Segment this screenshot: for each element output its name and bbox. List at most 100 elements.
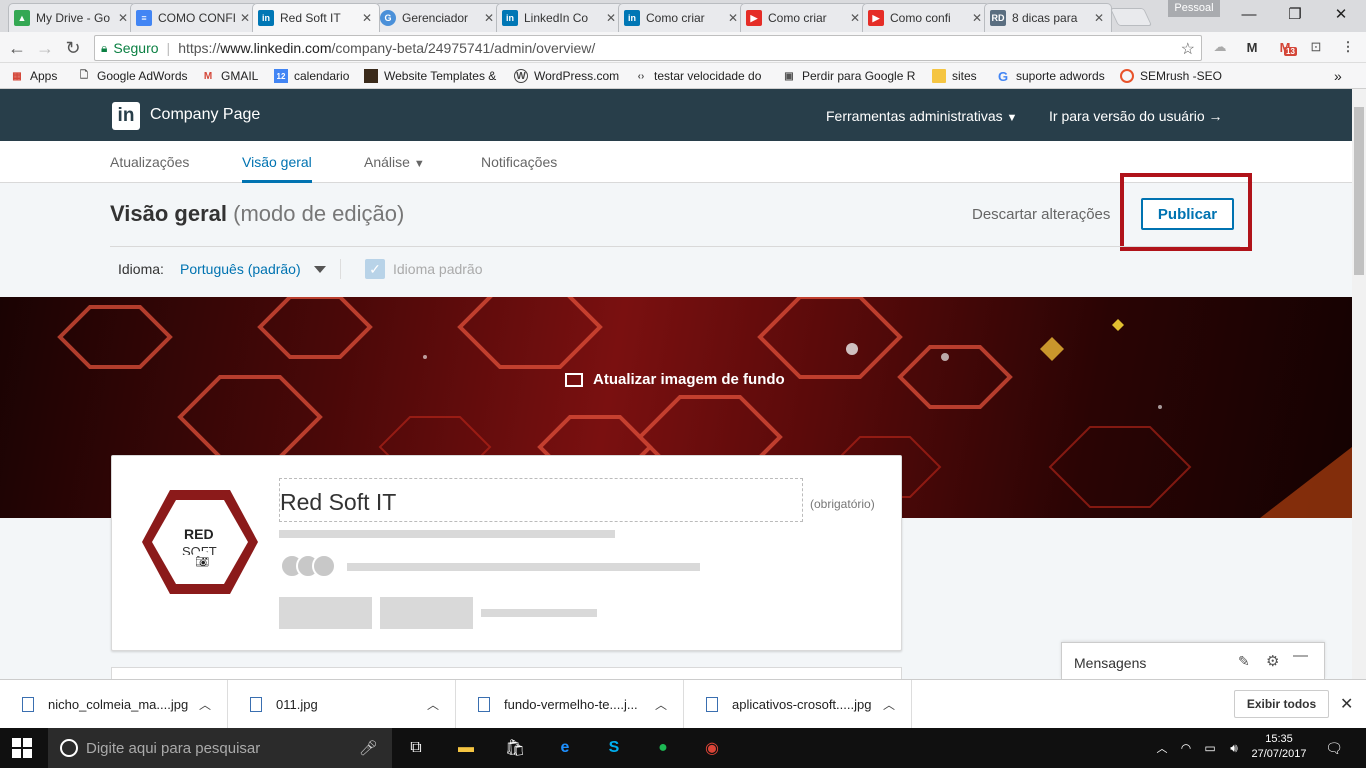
update-background-button[interactable]: Atualizar imagem de fundo — [565, 371, 785, 388]
linkedin-logo[interactable]: in — [112, 102, 140, 130]
forward-icon[interactable]: → — [34, 37, 56, 59]
tab-como-criar-1[interactable]: in Como criar ✕ — [618, 3, 746, 32]
close-tab-icon[interactable]: ✕ — [1092, 11, 1106, 25]
language-dropdown[interactable]: Português (padrão) — [180, 261, 301, 277]
minimize-icon[interactable]: — — [1226, 0, 1272, 28]
spotify-icon[interactable]: ● — [651, 736, 675, 760]
clock[interactable]: 15:35 27/07/2017 — [1251, 732, 1307, 762]
page-scrollbar[interactable] — [1352, 89, 1366, 679]
bookmark-label: Google AdWords — [97, 69, 188, 83]
tab-title: Como confi — [890, 11, 951, 25]
close-tab-icon[interactable]: ✕ — [238, 11, 252, 25]
bookmark-gmail[interactable]: M GMAIL — [201, 67, 259, 85]
admin-tools-dropdown[interactable]: Ferramentas administrativas ▼ — [826, 108, 1017, 124]
close-tab-icon[interactable]: ✕ — [848, 11, 862, 25]
omnibox[interactable]: 🔒︎ Seguro | https://www.linkedin.com/com… — [94, 35, 1202, 61]
company-logo[interactable]: RED SOFT 📷︎ — [138, 486, 262, 598]
restore-icon[interactable]: ❐ — [1272, 0, 1318, 28]
discard-changes-button[interactable]: Descartar alterações — [972, 206, 1110, 223]
minimize-chat-icon[interactable]: — — [1293, 647, 1308, 664]
page-title-mode: (modo de edição) — [233, 201, 405, 226]
close-tab-icon[interactable]: ✕ — [970, 11, 984, 25]
profile-button[interactable]: Pessoal — [1168, 0, 1220, 17]
close-downloads-icon[interactable]: ✕ — [1340, 694, 1353, 714]
tab-my-drive[interactable]: ▲ My Drive - Go ✕ — [8, 3, 136, 32]
network-icon[interactable]: ◠ — [1174, 736, 1198, 760]
tab-analise[interactable]: Análise ▼ — [364, 154, 425, 183]
download-filename: fundo-vermelho-te....j... — [504, 697, 638, 712]
bookmark-perdir-google[interactable]: ▣ Perdir para Google R — [782, 67, 915, 85]
close-tab-icon[interactable]: ✕ — [482, 11, 496, 25]
bookmark-semrush[interactable]: SEMrush -SEO — [1120, 67, 1222, 85]
user-view-link[interactable]: Ir para versão do usuário → — [1049, 108, 1223, 124]
scrollbar-thumb[interactable] — [1354, 107, 1364, 275]
tab-visao-geral[interactable]: Visão geral — [242, 154, 312, 183]
close-tab-icon[interactable]: ✕ — [360, 11, 374, 25]
bookmark-website-templates[interactable]: Website Templates & — [364, 67, 496, 85]
compose-icon[interactable]: ✎ — [1238, 653, 1250, 670]
reload-icon[interactable]: ↻ — [62, 37, 84, 59]
tab-como-criar-2[interactable]: ▶ Como criar ✕ — [740, 3, 868, 32]
tray-chevron-icon[interactable]: ︿ — [1150, 736, 1174, 760]
chevron-up-icon[interactable]: ︿ — [199, 696, 211, 713]
chevron-up-icon[interactable]: ︿ — [427, 696, 439, 713]
tab-8-dicas[interactable]: RD 8 dicas para ✕ — [984, 3, 1112, 32]
tab-como-configurar[interactable]: ≡ COMO CONFI ✕ — [130, 3, 258, 32]
volume-icon[interactable]: 🔊︎ — [1222, 736, 1246, 760]
microphone-icon[interactable]: 🎤︎ — [359, 739, 378, 757]
messages-panel[interactable]: Mensagens ✎ ⚙ — — [1061, 642, 1325, 679]
drive-ext-icon[interactable]: ☁ — [1211, 38, 1229, 56]
tab-como-configurar-2[interactable]: ▶ Como confi ✕ — [862, 3, 990, 32]
cast-icon[interactable]: ⊡ — [1307, 38, 1325, 56]
camera-icon[interactable]: 📷︎ — [190, 551, 214, 571]
bookmark-google-adwords[interactable]: 🗋︎ Google AdWords — [77, 67, 188, 85]
chevron-up-icon[interactable]: ︿ — [655, 696, 667, 713]
bookmark-label: SEMrush -SEO — [1140, 69, 1223, 83]
close-tab-icon[interactable]: ✕ — [726, 11, 740, 25]
bookmark-testar-velocidade[interactable]: ‹› testar velocidade do — [634, 67, 762, 85]
bookmarks-overflow-icon[interactable]: » — [1334, 67, 1342, 85]
show-all-downloads-button[interactable]: Exibir todos — [1234, 690, 1329, 718]
medium-ext-icon[interactable]: M — [1243, 38, 1261, 56]
chrome-menu-icon[interactable]: ⋮ — [1339, 38, 1357, 56]
company-name-input[interactable]: Red Soft IT — [279, 478, 803, 522]
tab-linkedin-company[interactable]: in LinkedIn Co ✕ — [496, 3, 624, 32]
bookmark-wordpress[interactable]: W WordPress.com — [514, 67, 619, 85]
close-tab-icon[interactable]: ✕ — [116, 11, 130, 25]
file-explorer-icon[interactable]: ▬ — [454, 736, 478, 760]
back-icon[interactable]: ← — [6, 37, 28, 59]
tab-atualizacoes[interactable]: Atualizações — [110, 154, 189, 183]
tab-gerenciador[interactable]: G Gerenciador ✕ — [374, 3, 502, 32]
bookmark-sites[interactable]: sites — [932, 67, 977, 85]
browser-tab-strip: ▲ My Drive - Go ✕ ≡ COMO CONFI ✕ in Red Soft … — [0, 0, 1366, 32]
tab-notificacoes[interactable]: Notificações — [481, 154, 557, 183]
default-language-checkbox[interactable]: ✓ — [365, 259, 385, 279]
chrome-icon[interactable]: ◉ — [700, 736, 724, 760]
task-view-icon[interactable]: ⧉ — [404, 736, 428, 760]
new-tab-button[interactable] — [1109, 8, 1153, 26]
bookmark-star-icon[interactable]: ☆ — [1181, 39, 1195, 59]
cortana-icon — [60, 739, 78, 757]
download-item[interactable]: 011.jpg ︿ — [228, 680, 456, 729]
download-item[interactable]: aplicativos-crosoft.....jpg ︿ — [684, 680, 912, 729]
close-tab-icon[interactable]: ✕ — [604, 11, 618, 25]
battery-icon[interactable]: ▭ — [1198, 736, 1222, 760]
bookmark-suporte-adwords[interactable]: Gsuporte adwords — [996, 67, 1105, 85]
taskbar-search[interactable]: Digite aqui para pesquisar 🎤︎ — [48, 728, 392, 768]
bookmark-label: GMAIL — [221, 69, 259, 83]
bookmark-calendario[interactable]: 12 calendario — [274, 67, 349, 85]
bookmark-apps[interactable]: ▦ Apps — [10, 67, 57, 85]
windows-start-icon[interactable] — [12, 738, 32, 758]
skype-icon[interactable]: S — [602, 736, 626, 760]
download-item[interactable]: nicho_colmeia_ma....jpg ︿ — [0, 680, 228, 729]
chevron-up-icon[interactable]: ︿ — [883, 696, 895, 713]
notifications-icon[interactable]: 🗨︎ — [1322, 736, 1346, 760]
gmail-ext-icon[interactable]: M13 — [1276, 38, 1297, 56]
store-icon[interactable]: 🛍︎ — [503, 736, 527, 760]
close-window-icon[interactable]: ✕ — [1318, 0, 1364, 28]
caret-down-icon[interactable] — [314, 266, 326, 273]
gear-icon[interactable]: ⚙ — [1266, 652, 1279, 670]
edge-icon[interactable]: e — [553, 736, 577, 760]
download-item[interactable]: fundo-vermelho-te....j... ︿ — [456, 680, 684, 729]
tab-red-soft-it[interactable]: in Red Soft IT ✕ — [252, 3, 380, 32]
